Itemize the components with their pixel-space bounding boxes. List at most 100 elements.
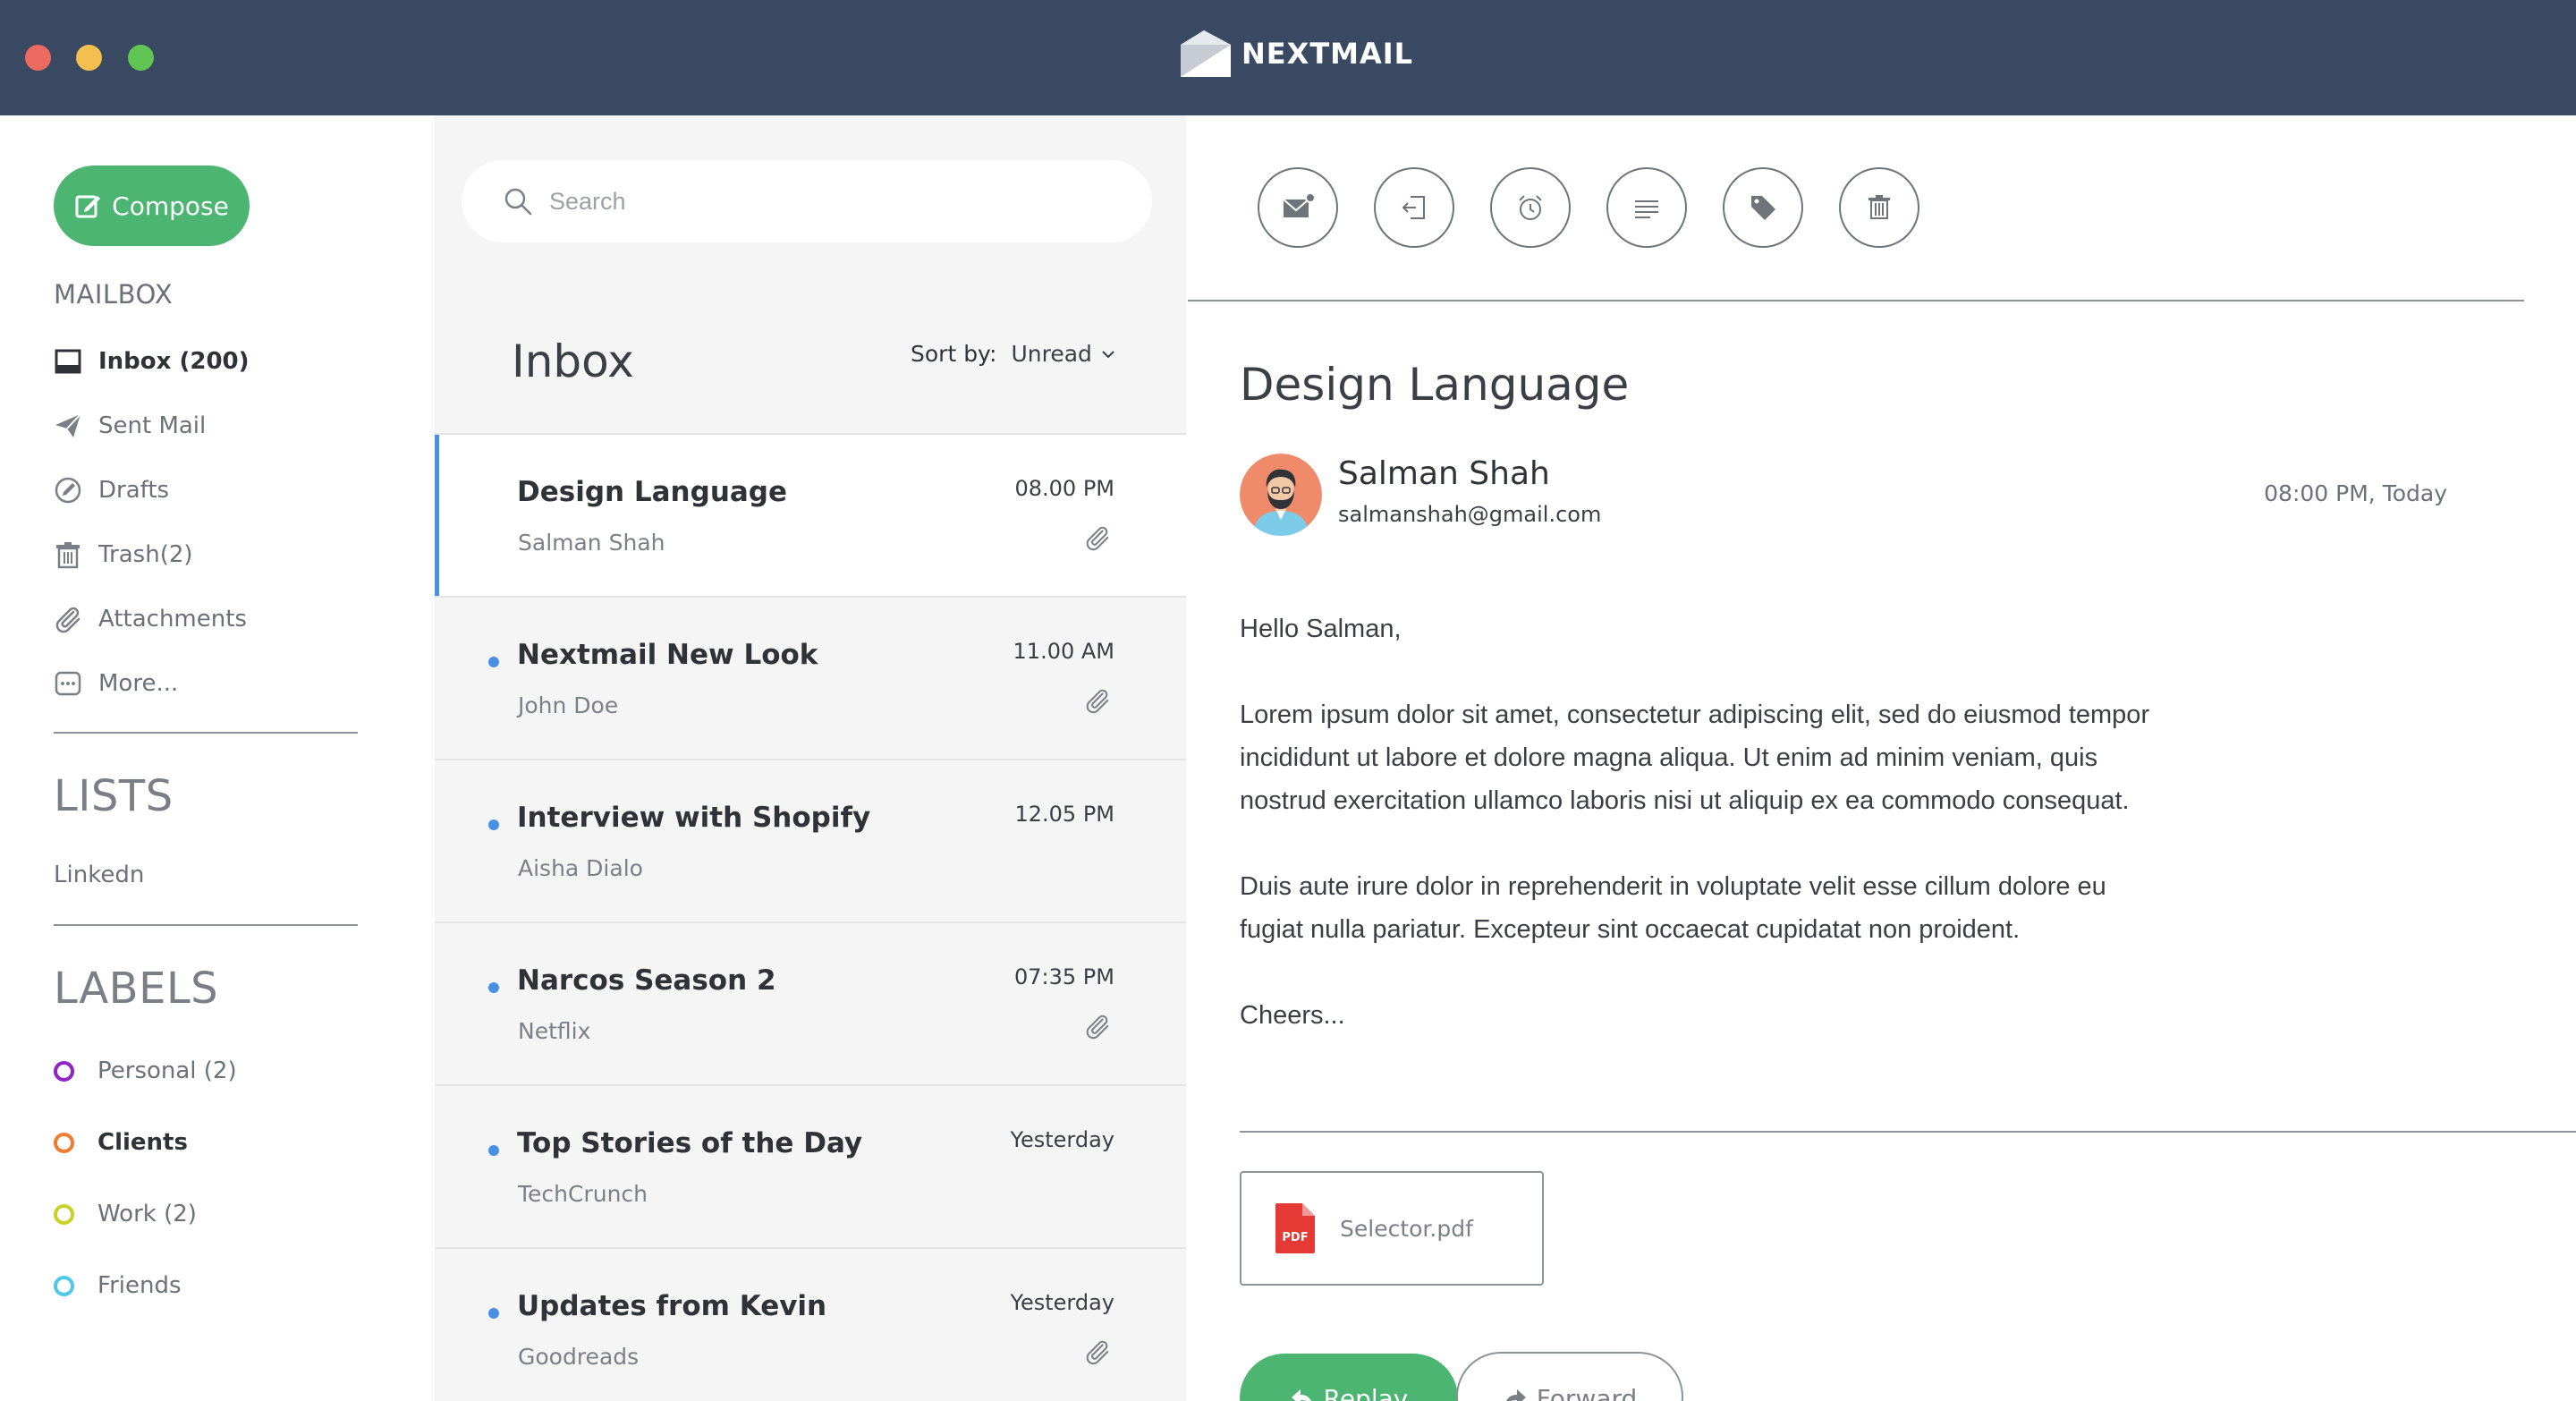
message-subject: Design Language <box>517 476 788 508</box>
message-list: Inbox Sort by: Unread Design Language Sa… <box>435 115 1186 1401</box>
reply-label: Replay <box>1323 1384 1409 1401</box>
message-time: 11.00 AM <box>1013 639 1114 664</box>
brand: NEXTMAIL <box>1177 27 1413 81</box>
mail-paragraph: Duis aute irure dolor in reprehenderit i… <box>1240 872 2106 944</box>
paperclip-icon <box>55 607 80 633</box>
list-item-linkedn[interactable]: Linkedn <box>54 862 144 888</box>
mail-signoff: Cheers... <box>1240 1001 1345 1030</box>
label-name: Friends <box>97 1272 182 1299</box>
sidebar: Compose MAILBOX Inbox (200) Sent Mail Dr… <box>0 115 435 1401</box>
sidebar-item-trash[interactable]: Trash(2) <box>54 535 193 574</box>
sender-avatar-icon <box>1240 454 1322 536</box>
mail-subject: Design Language <box>1240 359 1630 411</box>
attachment-name: Selector.pdf <box>1340 1215 1473 1242</box>
lines-icon <box>1635 200 1658 218</box>
label-work[interactable]: Work (2) <box>54 1194 197 1234</box>
message-row[interactable]: Nextmail New Look John Doe 11.00 AM <box>435 596 1186 759</box>
message-toolbar <box>1258 167 1955 248</box>
alarm-clock-icon <box>1519 195 1542 220</box>
delete-button[interactable] <box>1839 167 1919 248</box>
sidebar-item-attachments[interactable]: Attachments <box>54 599 247 639</box>
sidebar-item-more[interactable]: More... <box>54 664 178 703</box>
search-icon <box>504 188 532 216</box>
message-time: 12.05 PM <box>1014 802 1114 827</box>
message-sender: TechCrunch <box>518 1181 648 1207</box>
message-row[interactable]: Interview with Shopify Aisha Dialo 12.05… <box>435 759 1186 921</box>
paperclip-icon <box>1086 526 1109 551</box>
message-row[interactable]: Design Language Salman Shah 08.00 PM <box>435 433 1186 596</box>
labels-heading: LABELS <box>54 964 219 1014</box>
pdf-file-icon: PDF <box>1275 1203 1315 1253</box>
reading-pane: Design Language Salman Shah salmanshah@g… <box>1186 115 2576 1401</box>
sort-dropdown[interactable]: Unread <box>1011 341 1116 367</box>
app-name: NEXTMAIL <box>1241 37 1414 71</box>
more-dots-icon <box>55 671 81 696</box>
message-row[interactable]: Updates from Kevin Goodreads Yesterday <box>435 1247 1186 1401</box>
compose-label: Compose <box>112 191 229 221</box>
sidebar-item-sent-mail[interactable]: Sent Mail <box>54 406 206 446</box>
message-subject: Updates from Kevin <box>517 1290 827 1322</box>
chevron-down-icon <box>1102 350 1114 358</box>
avatar <box>1240 454 1322 536</box>
message-rows: Design Language Salman Shah 08.00 PM Nex… <box>435 433 1186 1401</box>
label-circle-icon <box>54 1132 74 1153</box>
sidebar-item-label: Sent Mail <box>98 412 207 439</box>
sort-control: Sort by: Unread <box>911 341 1117 367</box>
label-button[interactable] <box>1723 167 1803 248</box>
message-subject: Narcos Season 2 <box>517 964 776 997</box>
paperclip-icon <box>1086 1340 1109 1365</box>
mailbox-heading: MAILBOX <box>54 279 174 310</box>
sort-label: Sort by: <box>911 341 997 367</box>
message-sender: Netflix <box>518 1018 591 1044</box>
unread-dot <box>488 657 499 667</box>
mail-body: Hello Salman, Lorem ipsum dolor sit amet… <box>1240 607 2152 1080</box>
minimize-window-button[interactable] <box>76 45 102 71</box>
sidebar-divider <box>54 924 358 926</box>
message-row[interactable]: Narcos Season 2 Netflix 07:35 PM <box>435 921 1186 1084</box>
sidebar-item-inbox[interactable]: Inbox (200) <box>54 342 250 381</box>
reply-button[interactable]: Replay <box>1240 1354 1458 1401</box>
mark-unread-button[interactable] <box>1258 167 1338 248</box>
move-to-button[interactable] <box>1374 167 1454 248</box>
message-subject: Nextmail New Look <box>517 639 818 671</box>
sidebar-item-label: Drafts <box>98 477 170 504</box>
sidebar-divider <box>54 732 358 734</box>
attachment-file[interactable]: PDF Selector.pdf <box>1240 1171 1544 1286</box>
message-row[interactable]: Top Stories of the Day TechCrunch Yester… <box>435 1084 1186 1247</box>
maximize-window-button[interactable] <box>128 45 154 71</box>
compose-icon <box>75 195 101 218</box>
search-input[interactable] <box>549 187 1086 216</box>
reply-arrow-icon <box>1291 1389 1311 1401</box>
sidebar-item-label: More... <box>98 670 179 697</box>
label-personal[interactable]: Personal (2) <box>54 1051 237 1091</box>
label-friends[interactable]: Friends <box>54 1266 182 1305</box>
paperclip-icon <box>1086 1015 1109 1040</box>
inbox-icon <box>55 349 81 374</box>
label-circle-icon <box>54 1060 74 1082</box>
more-options-button[interactable] <box>1606 167 1687 248</box>
label-circle-icon <box>54 1275 74 1296</box>
envelope-unread-icon <box>1283 192 1316 217</box>
paper-plane-icon <box>55 413 81 437</box>
forward-button[interactable]: Forward <box>1456 1352 1683 1401</box>
mail-timestamp: 08:00 PM, Today <box>2264 480 2447 506</box>
sidebar-item-drafts[interactable]: Drafts <box>54 471 169 510</box>
unread-dot <box>488 1145 499 1156</box>
message-sender: Goodreads <box>518 1344 640 1370</box>
unread-dot <box>488 982 499 993</box>
lists-heading: LISTS <box>54 771 174 821</box>
nextmail-logo-icon <box>1181 30 1231 77</box>
paperclip-icon <box>1086 689 1109 714</box>
compose-button[interactable]: Compose <box>54 166 250 246</box>
label-name: Work (2) <box>97 1201 197 1227</box>
snooze-button[interactable] <box>1490 167 1571 248</box>
sort-value: Unread <box>1011 341 1092 367</box>
message-time: Yesterday <box>1010 1290 1114 1315</box>
label-clients[interactable]: Clients <box>54 1123 188 1162</box>
close-window-button[interactable] <box>25 45 51 71</box>
message-subject: Interview with Shopify <box>517 802 871 834</box>
toolbar-divider <box>1188 300 2524 301</box>
mail-paragraph: Lorem ipsum dolor sit amet, consectetur … <box>1240 700 2150 815</box>
search-bar[interactable] <box>462 160 1152 242</box>
sidebar-item-label: Attachments <box>98 606 247 633</box>
